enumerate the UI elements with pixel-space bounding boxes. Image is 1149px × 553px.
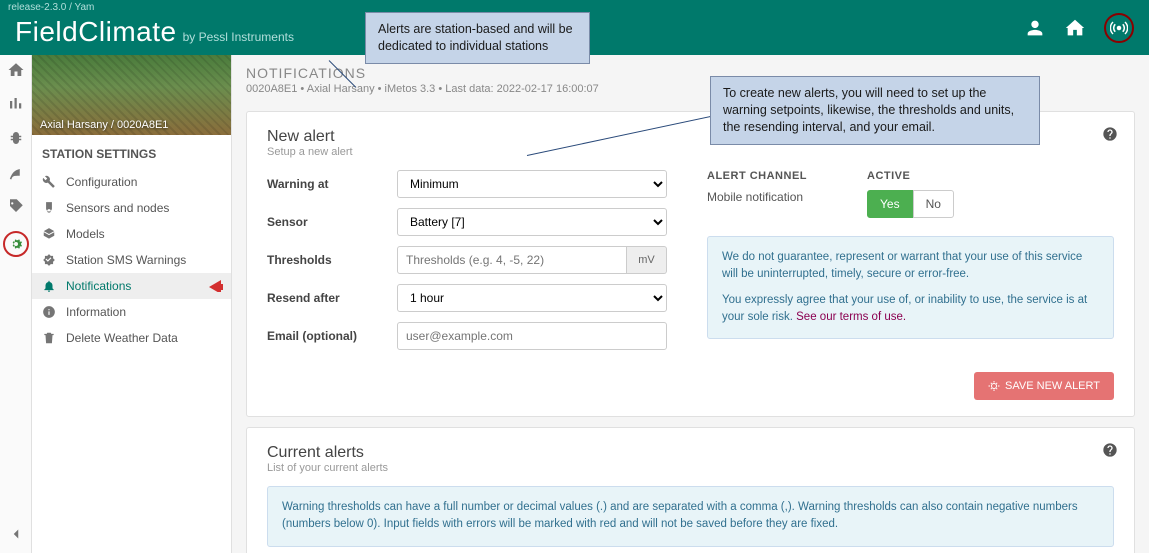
sidebar-item-label: Configuration bbox=[66, 175, 137, 189]
trash-icon bbox=[42, 331, 56, 345]
disclaimer-box: We do not guarantee, represent or warran… bbox=[707, 236, 1114, 339]
terms-link[interactable]: See our terms of use. bbox=[796, 311, 906, 323]
user-icon[interactable] bbox=[1024, 17, 1046, 39]
sun-icon bbox=[988, 380, 1000, 392]
active-title: ACTIVE bbox=[867, 170, 954, 182]
info-icon bbox=[42, 305, 56, 319]
sidebar-item-label: Station SMS Warnings bbox=[66, 253, 186, 267]
sidebar-item-label: Sensors and nodes bbox=[66, 201, 169, 215]
disclaimer-text-1: We do not guarantee, represent or warran… bbox=[722, 249, 1099, 284]
select-sensor[interactable]: Battery [7] bbox=[397, 208, 667, 236]
threshold-unit: mV bbox=[627, 246, 667, 274]
save-new-alert-button[interactable]: SAVE NEW ALERT bbox=[974, 372, 1114, 400]
red-arrow-annotation bbox=[209, 278, 223, 292]
broadcast-icon bbox=[1110, 19, 1128, 37]
alert-channel-text: Mobile notification bbox=[707, 190, 807, 204]
station-label: Axial Harsany / 0020A8E1 bbox=[40, 119, 168, 131]
farm-icon[interactable] bbox=[1064, 17, 1086, 39]
label-thresholds: Thresholds bbox=[267, 253, 397, 267]
toggle-no[interactable]: No bbox=[913, 190, 954, 218]
current-alerts-card: Current alerts List of your current aler… bbox=[246, 427, 1135, 553]
input-thresholds[interactable] bbox=[397, 246, 627, 274]
label-sensor: Sensor bbox=[267, 215, 397, 229]
label-warning-at: Warning at bbox=[267, 177, 397, 191]
label-resend: Resend after bbox=[267, 291, 397, 305]
logo-brand: FieldClimate bbox=[15, 16, 177, 48]
current-info-box: Warning thresholds can have a full numbe… bbox=[267, 486, 1114, 547]
label-email: Email (optional) bbox=[267, 329, 397, 343]
sidebar-item-label: Delete Weather Data bbox=[66, 331, 178, 345]
help-icon[interactable] bbox=[1102, 126, 1118, 142]
sidebar-item-configuration[interactable]: Configuration bbox=[32, 169, 231, 195]
broadcast-icon-circled[interactable] bbox=[1104, 13, 1134, 43]
alert-channel-title: ALERT CHANNEL bbox=[707, 170, 807, 182]
gear-icon bbox=[8, 236, 24, 252]
release-tag: release-2.3.0 / Yam bbox=[8, 2, 94, 13]
icon-rail bbox=[0, 55, 32, 553]
wrench-icon bbox=[42, 175, 56, 189]
models-icon bbox=[42, 227, 56, 241]
callout-2: To create new alerts, you will need to s… bbox=[710, 76, 1040, 145]
sidebar-item-notifications[interactable]: Notifications bbox=[32, 273, 231, 299]
form-left: Warning at Minimum Sensor Battery [7] Th… bbox=[267, 170, 667, 360]
new-alert-card: New alert Setup a new alert Warning at M… bbox=[246, 111, 1135, 417]
select-warning-at[interactable]: Minimum bbox=[397, 170, 667, 198]
sidebar-item-sms[interactable]: Station SMS Warnings bbox=[32, 247, 231, 273]
bug-icon[interactable] bbox=[7, 129, 25, 147]
tag-icon[interactable] bbox=[7, 197, 25, 215]
active-toggle: Yes No bbox=[867, 190, 954, 218]
header-icons bbox=[1024, 13, 1134, 43]
select-resend[interactable]: 1 hour bbox=[397, 284, 667, 312]
form-right: ALERT CHANNEL Mobile notification ACTIVE… bbox=[707, 170, 1114, 360]
chart-icon[interactable] bbox=[7, 95, 25, 113]
sidebar-title: STATION SETTINGS bbox=[32, 135, 231, 169]
callout-1: Alerts are station-based and will be ded… bbox=[365, 12, 590, 64]
input-email[interactable] bbox=[397, 322, 667, 350]
leaf-icon[interactable] bbox=[7, 163, 25, 181]
card-title: Current alerts bbox=[267, 444, 1114, 462]
home-icon[interactable] bbox=[7, 61, 25, 79]
logo: FieldClimate by Pessl Instruments bbox=[15, 16, 294, 48]
sidebar-item-models[interactable]: Models bbox=[32, 221, 231, 247]
toggle-yes[interactable]: Yes bbox=[867, 190, 913, 218]
sidebar: Axial Harsany / 0020A8E1 STATION SETTING… bbox=[32, 55, 232, 553]
collapse-icon[interactable] bbox=[7, 525, 25, 543]
sidebar-item-label: Notifications bbox=[66, 279, 131, 293]
help-icon[interactable] bbox=[1102, 442, 1118, 458]
sidebar-item-information[interactable]: Information bbox=[32, 299, 231, 325]
logo-byline: by Pessl Instruments bbox=[183, 30, 294, 44]
card-subtitle: Setup a new alert bbox=[267, 146, 1114, 158]
sidebar-hero: Axial Harsany / 0020A8E1 bbox=[32, 55, 231, 135]
check-badge-icon bbox=[42, 253, 56, 267]
sidebar-item-label: Models bbox=[66, 227, 105, 241]
sensor-icon bbox=[42, 201, 56, 215]
settings-icon-circled[interactable] bbox=[3, 231, 29, 257]
card-subtitle: List of your current alerts bbox=[267, 462, 1114, 474]
save-button-label: SAVE NEW ALERT bbox=[1005, 380, 1100, 392]
sidebar-item-delete[interactable]: Delete Weather Data bbox=[32, 325, 231, 351]
sidebar-item-sensors[interactable]: Sensors and nodes bbox=[32, 195, 231, 221]
bell-icon bbox=[42, 279, 56, 293]
sidebar-item-label: Information bbox=[66, 305, 126, 319]
